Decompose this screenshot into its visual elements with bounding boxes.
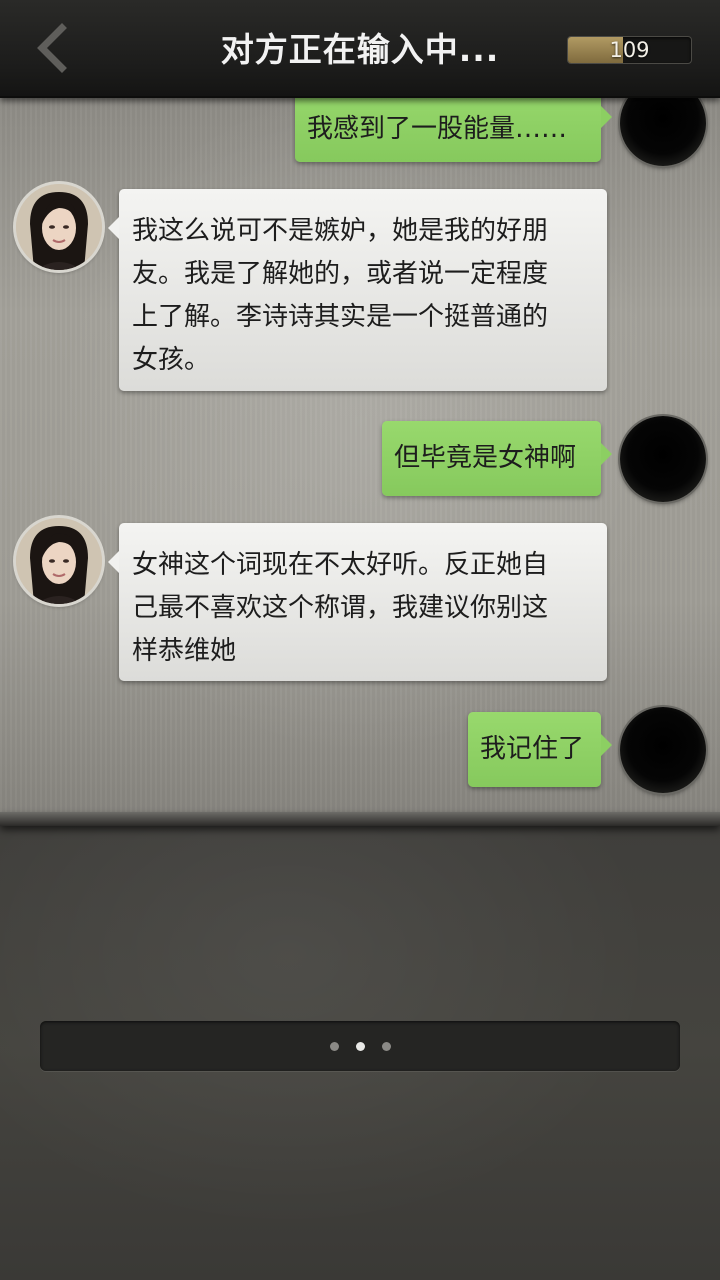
counter-value: 109	[609, 38, 650, 62]
my-message-bubble: 但毕竟是女神啊	[382, 421, 612, 496]
message-text: 但毕竟是女神啊	[394, 443, 577, 473]
chat-area-edge	[0, 812, 720, 826]
message-line: 友。我是了解她的，或者说一定程度	[132, 259, 549, 289]
woman-portrait-icon	[16, 518, 102, 604]
typing-indicator-bar	[40, 1021, 680, 1071]
message-line: 己最不喜欢这个称谓，我建议你别这	[132, 593, 549, 623]
chat-area[interactable]: 我感到了一股能量…… 我这么说可不是嫉妒，她是我的好朋 友。我是了解她的，或者说…	[0, 96, 720, 818]
message-text: 我感到了一股能量……	[307, 114, 568, 144]
my-avatar[interactable]	[620, 96, 706, 166]
typing-dot	[382, 1042, 391, 1051]
chat-screen: 对方正在输入中... 109 我感到了一股能量…… 我这么说可不是嫉妒，她是我的…	[0, 0, 720, 1280]
typing-dot	[330, 1042, 339, 1051]
contact-avatar[interactable]	[16, 184, 102, 270]
typing-dot	[356, 1042, 365, 1051]
my-message-bubble: 我感到了一股能量……	[295, 96, 612, 162]
my-message-bubble: 我记住了	[468, 712, 612, 787]
contact-message-bubble: 我这么说可不是嫉妒，她是我的好朋 友。我是了解她的，或者说一定程度 上了解。李诗…	[108, 189, 607, 391]
message-text: 我记住了	[480, 734, 585, 764]
woman-portrait-icon	[16, 184, 102, 270]
message-line: 上了解。李诗诗其实是一个挺普通的	[132, 302, 549, 332]
message-line: 样恭维她	[132, 636, 237, 666]
chevron-left-icon	[37, 23, 67, 73]
contact-avatar[interactable]	[16, 518, 102, 604]
my-avatar[interactable]	[620, 416, 706, 502]
contact-message-bubble: 女神这个词现在不太好听。反正她自 己最不喜欢这个称谓，我建议你别这 样恭维她	[108, 523, 607, 681]
message-line: 女神这个词现在不太好听。反正她自	[132, 550, 549, 580]
energy-counter: 109	[567, 36, 692, 64]
back-button[interactable]	[26, 20, 82, 76]
page-title: 对方正在输入中...	[220, 30, 500, 69]
message-line: 我这么说可不是嫉妒，她是我的好朋	[132, 216, 549, 246]
top-bar: 对方正在输入中... 109	[0, 0, 720, 98]
my-avatar[interactable]	[620, 707, 706, 793]
message-line: 女孩。	[132, 345, 211, 375]
